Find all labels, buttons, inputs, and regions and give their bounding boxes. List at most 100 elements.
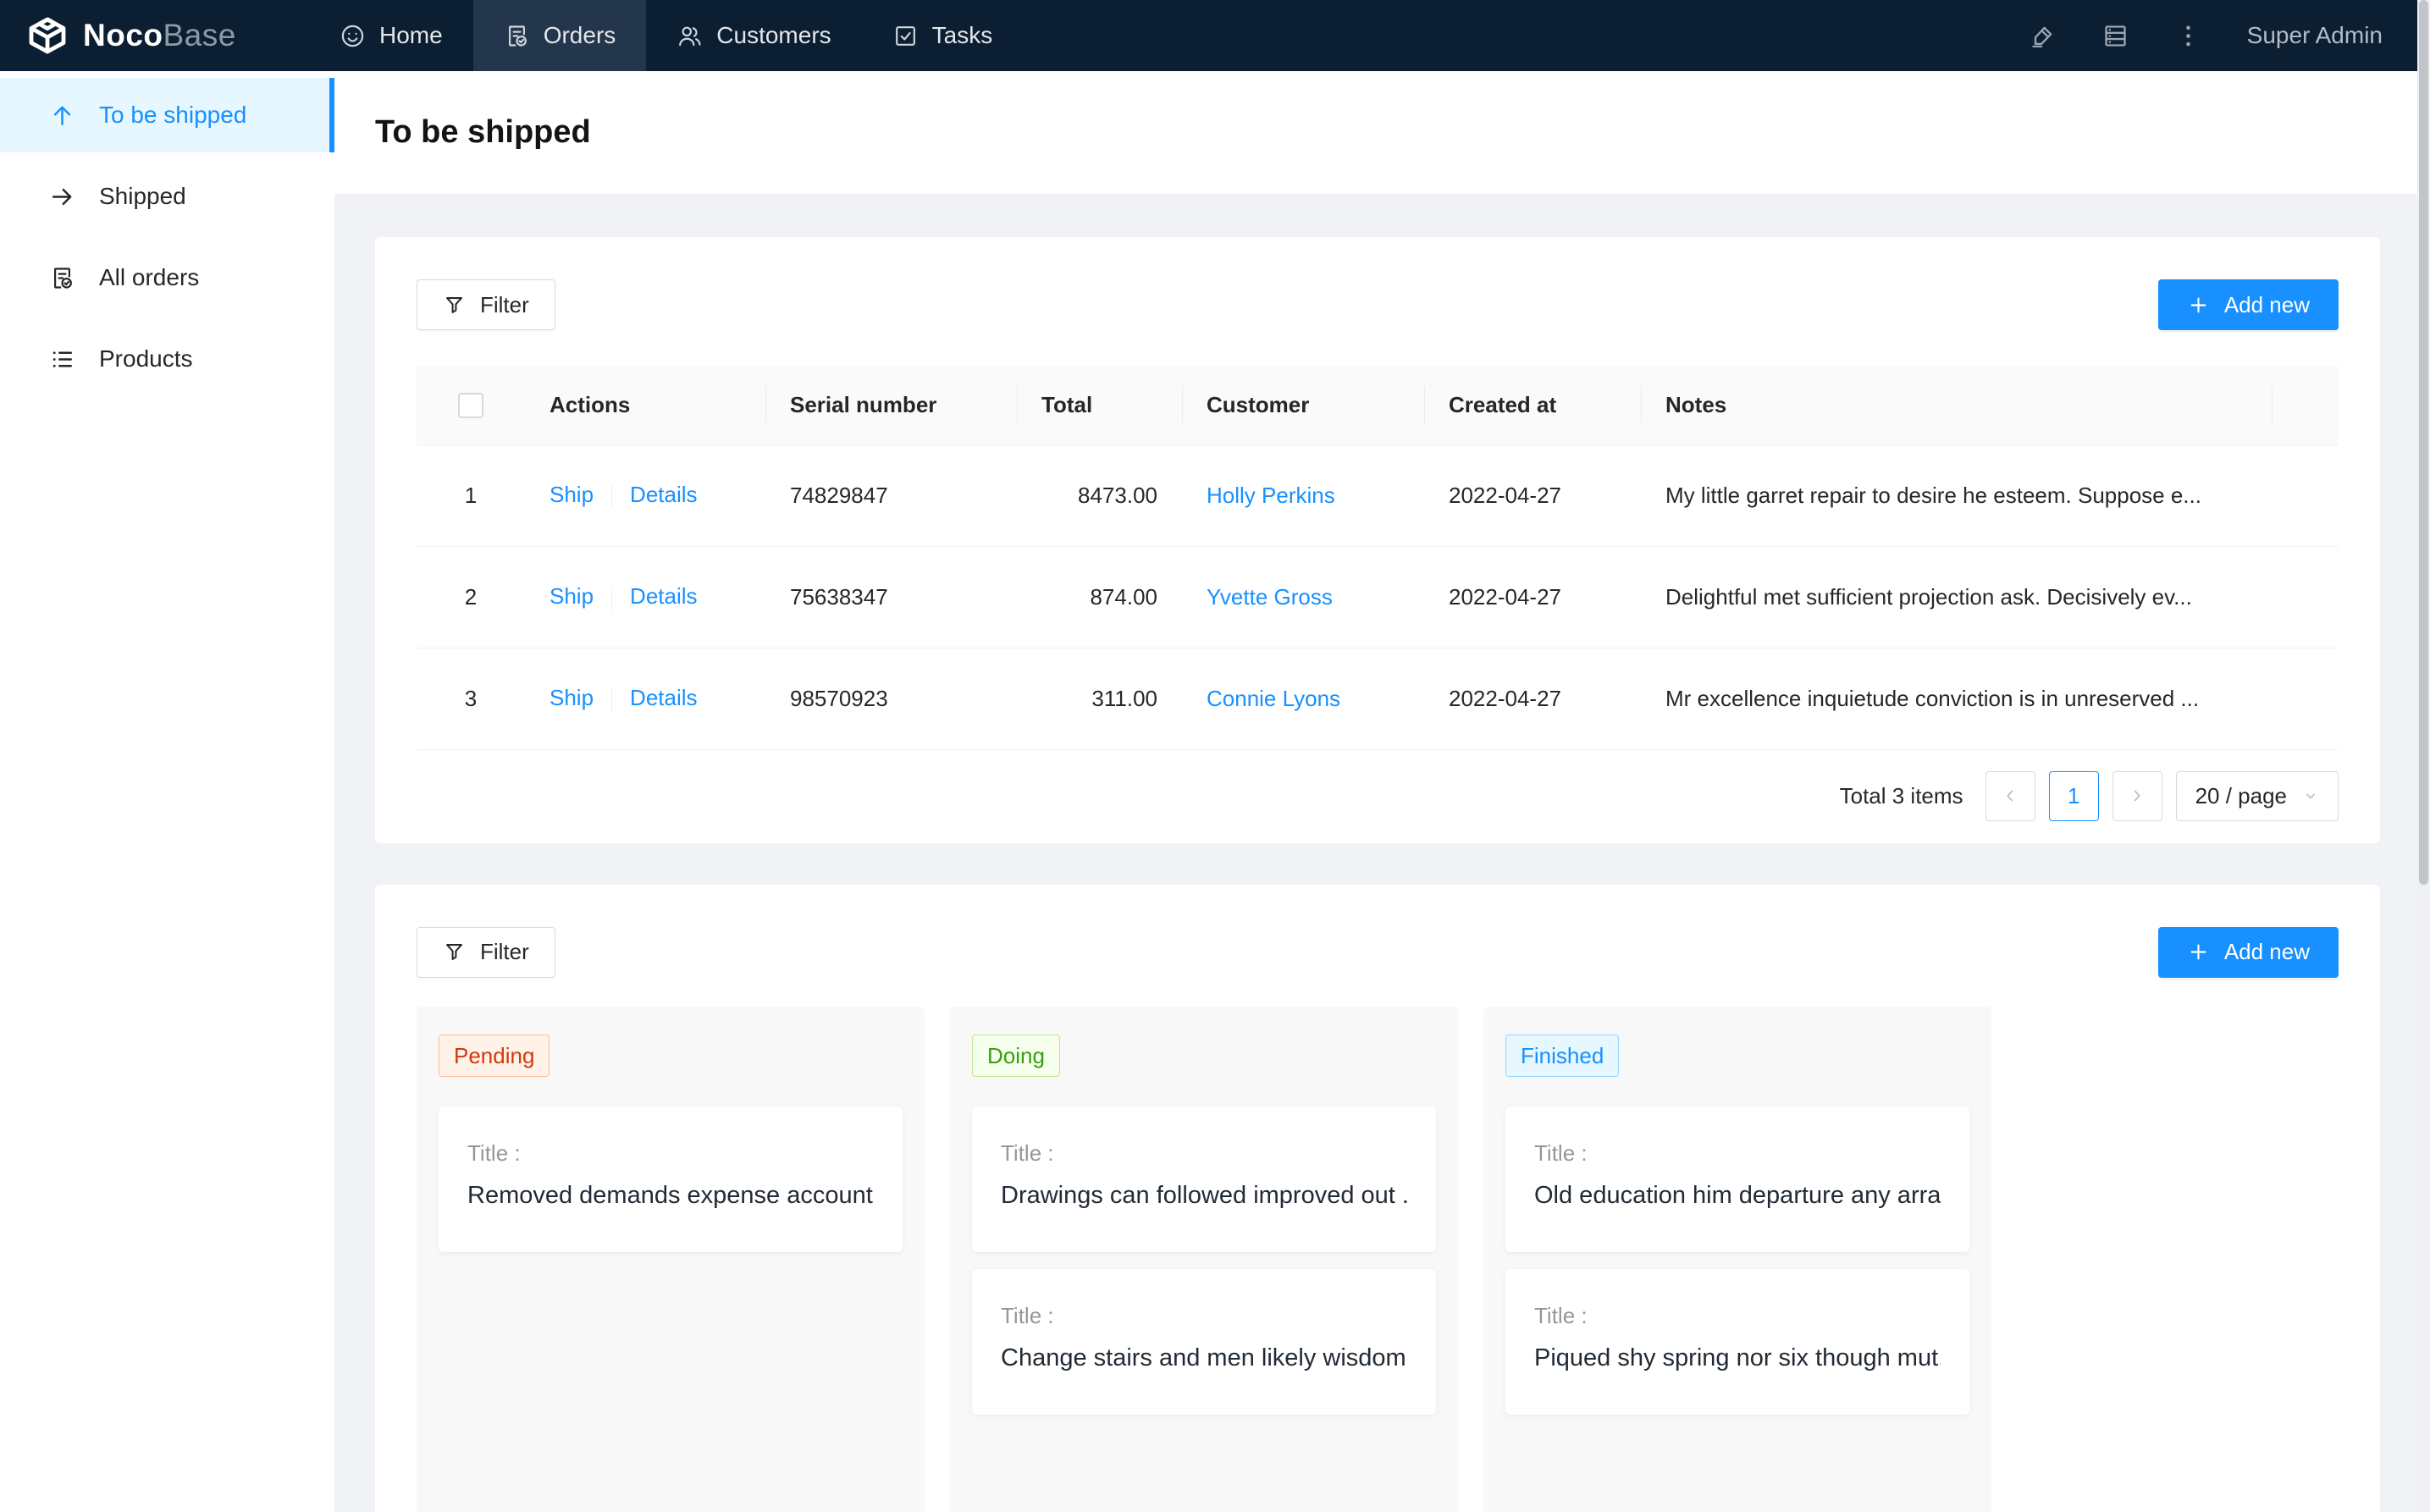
card-field-label: Title : xyxy=(1001,1303,1407,1329)
sidebar-item-all-orders[interactable]: All orders xyxy=(0,240,334,315)
add-new-button[interactable]: Add new xyxy=(2158,279,2339,330)
row-actions: Ship Details xyxy=(525,546,765,648)
status-badge-pending: Pending xyxy=(439,1035,550,1077)
more-button[interactable] xyxy=(2152,0,2225,71)
add-new-button-label: Add new xyxy=(2224,939,2310,965)
pagination-total: Total 3 items xyxy=(1840,783,1963,809)
tab-label: Home xyxy=(379,22,443,49)
row-created-at: 2022-04-27 xyxy=(1424,648,1641,749)
sidebar-item-products[interactable]: Products xyxy=(0,322,334,396)
row-spacer xyxy=(2272,648,2339,749)
orders-table-block: Filter Add new xyxy=(375,237,2380,843)
customer-link[interactable]: Yvette Gross xyxy=(1207,584,1333,610)
pagination-prev-button[interactable] xyxy=(1985,771,2035,821)
row-total: 8473.00 xyxy=(1017,444,1182,546)
table-row: 1 ShipDetails 74829847 8473.00 Holly Per… xyxy=(417,444,2339,546)
sidebar-item-label: All orders xyxy=(99,264,199,291)
column-header-created-at: Created at xyxy=(1424,366,1641,444)
app-window: NocoBase Home Orders Customers Tasks xyxy=(0,0,2430,1512)
filter-button[interactable]: Filter xyxy=(417,927,555,978)
kanban-card[interactable]: Title : Old education him departure any … xyxy=(1505,1106,1969,1252)
card-title-text: Old education him departure any arra... xyxy=(1534,1182,1941,1210)
tasks-kanban-block: Filter Add new Pending Title : Rem xyxy=(375,885,2380,1512)
tab-orders[interactable]: Orders xyxy=(473,0,647,71)
select-all-header-cell xyxy=(417,366,525,444)
tab-tasks[interactable]: Tasks xyxy=(862,0,1024,71)
tab-label: Tasks xyxy=(932,22,993,49)
orders-toolbar: Filter Add new xyxy=(417,279,2339,330)
customer-link[interactable]: Connie Lyons xyxy=(1207,686,1340,711)
nocobase-logo[interactable]: NocoBase xyxy=(0,0,309,71)
action-divider xyxy=(611,485,612,509)
ship-link[interactable]: Ship xyxy=(550,685,594,710)
clipboard-check-icon xyxy=(49,265,75,291)
user-menu[interactable]: Super Admin xyxy=(2247,22,2383,49)
details-link[interactable]: Details xyxy=(630,685,697,710)
row-customer: Connie Lyons xyxy=(1182,648,1424,749)
action-divider xyxy=(611,688,612,712)
check-square-icon xyxy=(892,23,919,49)
row-actions: Ship Details xyxy=(525,648,765,749)
column-header-customer: Customer xyxy=(1182,366,1424,444)
row-serial: 74829847 xyxy=(765,444,1017,546)
add-new-button[interactable]: Add new xyxy=(2158,927,2339,978)
card-field-label: Title : xyxy=(467,1140,874,1167)
ui-editor-button[interactable] xyxy=(2007,0,2079,71)
row-total: 311.00 xyxy=(1017,648,1182,749)
add-new-button-label: Add new xyxy=(2224,292,2310,318)
details-link[interactable]: Details xyxy=(630,583,697,609)
kanban-card[interactable]: Title : Drawings can followed improved o… xyxy=(972,1106,1436,1252)
sidebar-item-label: Shipped xyxy=(99,183,186,210)
sidebar: To be shipped Shipped All orders Product… xyxy=(0,71,334,1512)
card-field-label: Title : xyxy=(1001,1140,1407,1167)
kanban-column-doing: Doing Title : Drawings can followed impr… xyxy=(950,1007,1458,1512)
plus-icon xyxy=(2187,941,2210,963)
pagination-page-1[interactable]: 1 xyxy=(2049,771,2099,821)
row-serial: 75638347 xyxy=(765,546,1017,648)
card-title-text: Change stairs and men likely wisdom ... xyxy=(1001,1344,1407,1372)
details-link[interactable]: Details xyxy=(630,482,697,507)
highlighter-icon xyxy=(2029,22,2057,50)
filter-button[interactable]: Filter xyxy=(417,279,555,330)
sidebar-item-label: To be shipped xyxy=(99,102,246,129)
page-content: Filter Add new xyxy=(334,194,2430,1512)
ship-link[interactable]: Ship xyxy=(550,583,594,609)
ship-link[interactable]: Ship xyxy=(550,482,594,507)
kanban-card[interactable]: Title : Change stairs and men likely wis… xyxy=(972,1269,1436,1415)
sidebar-item-shipped[interactable]: Shipped xyxy=(0,159,334,234)
scrollbar[interactable] xyxy=(2417,0,2430,1512)
select-all-checkbox[interactable] xyxy=(458,393,483,418)
scrollbar-thumb[interactable] xyxy=(2419,0,2428,885)
pagination-next-button[interactable] xyxy=(2112,771,2162,821)
row-notes: My little garret repair to desire he est… xyxy=(1641,444,2272,546)
team-icon xyxy=(677,23,703,49)
action-divider xyxy=(611,587,612,610)
page-title: To be shipped xyxy=(375,114,591,151)
page-header: To be shipped xyxy=(334,71,2430,194)
sidebar-item-to-be-shipped[interactable]: To be shipped xyxy=(0,78,334,152)
logo-text: NocoBase xyxy=(83,18,236,53)
tab-home[interactable]: Home xyxy=(309,0,473,71)
card-field-label: Title : xyxy=(1534,1303,1941,1329)
plugins-button[interactable] xyxy=(2079,0,2152,71)
card-title-text: Piqued shy spring nor six though mut... xyxy=(1534,1344,1941,1372)
kanban-card[interactable]: Title : Piqued shy spring nor six though… xyxy=(1505,1269,1969,1415)
funnel-icon xyxy=(443,294,466,317)
table-row: 2 ShipDetails 75638347 874.00 Yvette Gro… xyxy=(417,546,2339,648)
status-badge-finished: Finished xyxy=(1505,1035,1619,1077)
page-size-select[interactable]: 20 / page xyxy=(2176,771,2339,821)
row-created-at: 2022-04-27 xyxy=(1424,546,1641,648)
row-index: 2 xyxy=(417,546,525,648)
customer-link[interactable]: Holly Perkins xyxy=(1207,483,1335,508)
arrow-up-icon xyxy=(49,102,75,129)
tab-label: Customers xyxy=(716,22,831,49)
card-title-text: Drawings can followed improved out ... xyxy=(1001,1182,1407,1210)
kanban-column-finished: Finished Title : Old education him depar… xyxy=(1483,1007,1991,1512)
row-customer: Holly Perkins xyxy=(1182,444,1424,546)
kanban-card[interactable]: Title : Removed demands expense account … xyxy=(439,1106,903,1252)
chevron-right-icon xyxy=(2128,786,2146,805)
orders-table: Actions Serial number Total Customer Cre… xyxy=(417,366,2339,750)
tab-customers[interactable]: Customers xyxy=(646,0,861,71)
table-header-row: Actions Serial number Total Customer Cre… xyxy=(417,366,2339,444)
table-row: 3 ShipDetails 98570923 311.00 Connie Lyo… xyxy=(417,648,2339,749)
